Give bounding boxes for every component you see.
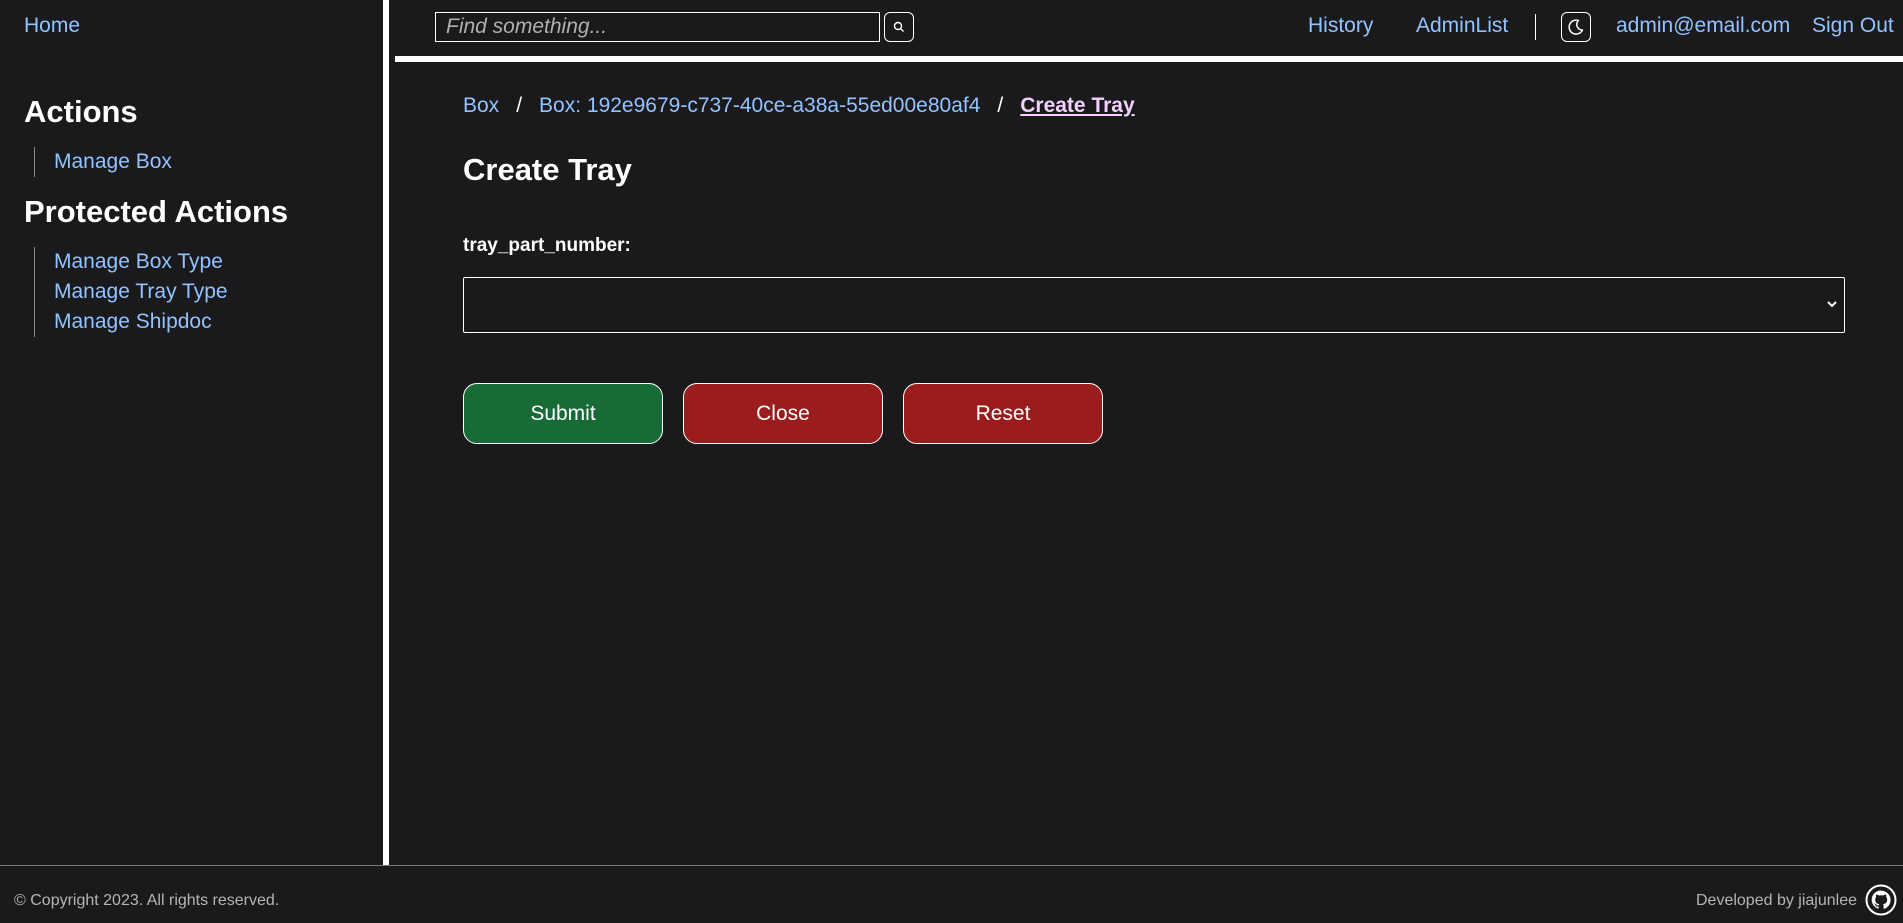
protected-actions-heading: Protected Actions <box>24 194 289 229</box>
tray-part-number-label: tray_part_number: <box>463 235 631 256</box>
breadcrumb-box[interactable]: Box <box>463 94 499 118</box>
breadcrumb-current[interactable]: Create Tray <box>1020 94 1134 118</box>
protected-actions-group: Manage Box Type Manage Tray Type Manage … <box>34 247 228 337</box>
actions-heading: Actions <box>24 94 138 129</box>
page-title: Create Tray <box>463 152 632 187</box>
nav-divider <box>1535 14 1536 40</box>
user-email-link[interactable]: admin@email.com <box>1616 14 1790 38</box>
search-button[interactable] <box>884 12 914 42</box>
search-icon <box>893 21 904 32</box>
footer: © Copyright 2023. All rights reserved. D… <box>0 865 1903 923</box>
breadcrumb-box-id[interactable]: Box: 192e9679-c737-40ce-a38a-55ed00e80af… <box>539 94 980 118</box>
moon-icon <box>1568 19 1584 35</box>
adminlist-link[interactable]: AdminList <box>1416 14 1508 38</box>
github-icon[interactable] <box>1865 884 1897 916</box>
tray-part-number-select[interactable] <box>463 277 1845 333</box>
history-link[interactable]: History <box>1308 14 1373 38</box>
top-bar: History AdminList admin@email.com Sign O… <box>395 0 1903 62</box>
developer-credit: Developed by jiajunlee <box>1696 892 1857 909</box>
breadcrumb-separator: / <box>997 94 1004 117</box>
search-input[interactable] <box>435 12 880 42</box>
submit-button[interactable]: Submit <box>463 383 663 444</box>
close-button[interactable]: Close <box>683 383 883 444</box>
breadcrumb-separator: / <box>516 94 523 117</box>
sidebar-item-manage-box[interactable]: Manage Box <box>54 147 172 177</box>
copyright-text: © Copyright 2023. All rights reserved. <box>14 892 280 909</box>
sign-out-link[interactable]: Sign Out <box>1812 14 1894 38</box>
sidebar: Home Actions Manage Box Protected Action… <box>0 0 389 865</box>
breadcrumb: Box / Box: 192e9679-c737-40ce-a38a-55ed0… <box>463 94 1135 118</box>
main-content: Box / Box: 192e9679-c737-40ce-a38a-55ed0… <box>395 68 1903 865</box>
reset-button[interactable]: Reset <box>903 383 1103 444</box>
sidebar-item-manage-box-type[interactable]: Manage Box Type <box>54 247 228 277</box>
theme-toggle-button[interactable] <box>1561 12 1591 42</box>
sidebar-item-manage-tray-type[interactable]: Manage Tray Type <box>54 277 228 307</box>
actions-group: Manage Box <box>34 147 172 177</box>
sidebar-home-link[interactable]: Home <box>24 14 80 38</box>
chevron-down-icon <box>1827 301 1837 308</box>
sidebar-item-manage-shipdoc[interactable]: Manage Shipdoc <box>54 307 228 337</box>
